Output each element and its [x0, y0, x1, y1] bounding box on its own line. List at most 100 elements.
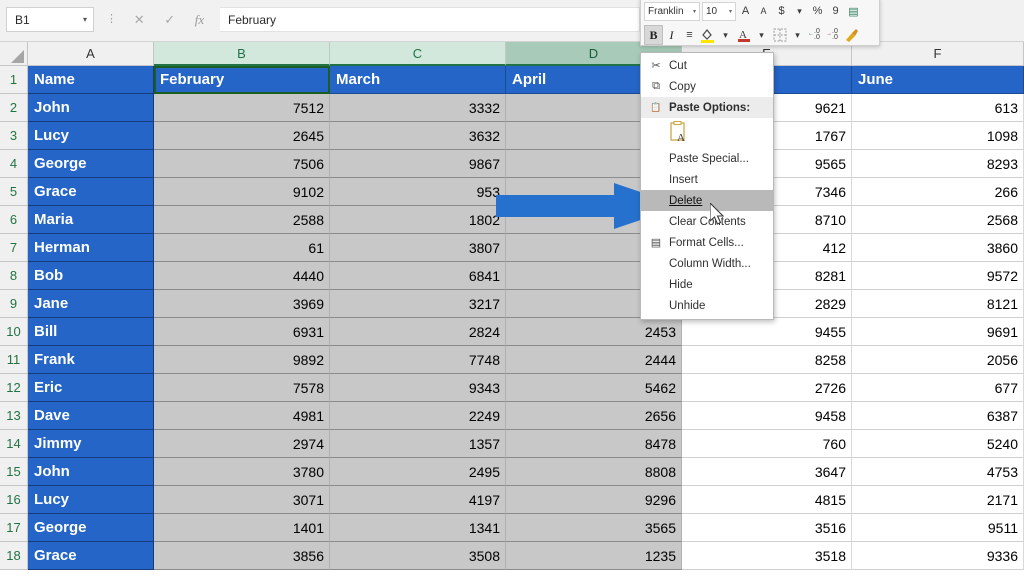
cell-march[interactable]: 2249	[330, 402, 506, 430]
cell-march[interactable]: 3332	[330, 94, 506, 122]
cell-name[interactable]: Frank	[28, 346, 154, 374]
cell-name[interactable]: Lucy	[28, 486, 154, 514]
cell-march[interactable]: 953	[330, 178, 506, 206]
cell-name[interactable]: John	[28, 458, 154, 486]
currency-icon[interactable]: $	[773, 1, 790, 21]
cell-name[interactable]: Bill	[28, 318, 154, 346]
cell-march[interactable]: 2495	[330, 458, 506, 486]
cell-june[interactable]: 2056	[852, 346, 1024, 374]
cell-february[interactable]: 3780	[154, 458, 330, 486]
cell-february[interactable]: 7512	[154, 94, 330, 122]
cell-february[interactable]: 2588	[154, 206, 330, 234]
cell-february[interactable]: 4440	[154, 262, 330, 290]
cell-march[interactable]: 3508	[330, 542, 506, 570]
cell-march[interactable]: 1341	[330, 514, 506, 542]
column-header-b[interactable]: B	[154, 42, 330, 66]
cell-may[interactable]: 4815	[682, 486, 852, 514]
context-menu-item-copy[interactable]: ⧉ Copy	[641, 76, 773, 97]
cell-february[interactable]: 7506	[154, 150, 330, 178]
row-header[interactable]: 17	[0, 514, 28, 542]
cell-f1[interactable]: June	[852, 66, 1024, 94]
row-header[interactable]: 4	[0, 150, 28, 178]
cell-march[interactable]: 1357	[330, 430, 506, 458]
cell-name[interactable]: George	[28, 514, 154, 542]
row-header[interactable]: 5	[0, 178, 28, 206]
cell-june[interactable]: 1098	[852, 122, 1024, 150]
bold-button[interactable]: B	[644, 25, 663, 45]
decrease-decimal-icon[interactable]: → .0 .0	[825, 25, 842, 45]
font-size-selector[interactable]: 10 ▾	[702, 2, 736, 21]
context-menu-item-insert[interactable]: Insert	[641, 169, 773, 190]
cell-march[interactable]: 9343	[330, 374, 506, 402]
formula-input[interactable]: February	[220, 7, 640, 32]
row-header[interactable]: 2	[0, 94, 28, 122]
cell-june[interactable]: 677	[852, 374, 1024, 402]
cell-april[interactable]: 2656	[506, 402, 682, 430]
cell-february[interactable]: 7578	[154, 374, 330, 402]
cell-march[interactable]: 3807	[330, 234, 506, 262]
cell-may[interactable]: 9455	[682, 318, 852, 346]
cell-name[interactable]: Grace	[28, 178, 154, 206]
cell-march[interactable]: 4197	[330, 486, 506, 514]
comma-style-icon[interactable]: 9	[827, 1, 844, 21]
cell-c1[interactable]: March	[330, 66, 506, 94]
cell-name[interactable]: Jane	[28, 290, 154, 318]
cell-name[interactable]: John	[28, 94, 154, 122]
row-header[interactable]: 11	[0, 346, 28, 374]
name-box[interactable]: B1 ▾	[6, 7, 94, 32]
cell-february[interactable]: 3856	[154, 542, 330, 570]
paste-values-option[interactable]: A	[641, 118, 773, 148]
row-header[interactable]: 3	[0, 122, 28, 150]
cell-name[interactable]: Eric	[28, 374, 154, 402]
context-menu-item-format-cells[interactable]: ▤ Format Cells...	[641, 232, 773, 253]
cell-may[interactable]: 9458	[682, 402, 852, 430]
insert-function-icon[interactable]: fx	[195, 13, 204, 26]
cell-april[interactable]: 8808	[506, 458, 682, 486]
cancel-icon[interactable]: ✕	[134, 13, 145, 26]
chevron-down-icon[interactable]: ▾	[789, 25, 806, 45]
cell-name[interactable]: George	[28, 150, 154, 178]
chevron-down-icon[interactable]: ▾	[791, 1, 808, 21]
context-menu-item-column-width[interactable]: Column Width...	[641, 253, 773, 274]
font-name-selector[interactable]: Franklin ▾	[644, 2, 700, 21]
cell-june[interactable]: 8293	[852, 150, 1024, 178]
row-header[interactable]: 8	[0, 262, 28, 290]
cell-may[interactable]: 3647	[682, 458, 852, 486]
percent-icon[interactable]: %	[809, 1, 826, 21]
increase-decimal-icon[interactable]: ← .0 .0	[807, 25, 824, 45]
confirm-icon[interactable]: ✓	[164, 13, 175, 26]
cell-june[interactable]: 4753	[852, 458, 1024, 486]
row-header[interactable]: 16	[0, 486, 28, 514]
cell-march[interactable]: 3217	[330, 290, 506, 318]
cell-february[interactable]: 1401	[154, 514, 330, 542]
cell-name[interactable]: Lucy	[28, 122, 154, 150]
cell-march[interactable]: 2824	[330, 318, 506, 346]
context-menu-item-clear-contents[interactable]: Clear Contents	[641, 211, 773, 232]
row-header[interactable]: 6	[0, 206, 28, 234]
cell-june[interactable]: 2568	[852, 206, 1024, 234]
cell-june[interactable]: 266	[852, 178, 1024, 206]
cell-april[interactable]: 9296	[506, 486, 682, 514]
select-all-corner[interactable]	[0, 42, 28, 66]
number-format-icon[interactable]: ▤	[845, 1, 862, 21]
cell-february[interactable]: 2645	[154, 122, 330, 150]
cell-february[interactable]: 9102	[154, 178, 330, 206]
cell-name[interactable]: Maria	[28, 206, 154, 234]
cell-february[interactable]: 61	[154, 234, 330, 262]
fill-color-icon[interactable]	[699, 25, 716, 45]
shrink-font-icon[interactable]: A	[755, 1, 772, 21]
italic-button[interactable]: I	[663, 25, 680, 45]
cell-june[interactable]: 9336	[852, 542, 1024, 570]
cell-february[interactable]: 6931	[154, 318, 330, 346]
cell-name[interactable]: Jimmy	[28, 430, 154, 458]
row-header[interactable]: 9	[0, 290, 28, 318]
cell-february[interactable]: 3969	[154, 290, 330, 318]
cell-may[interactable]: 760	[682, 430, 852, 458]
cell-march[interactable]: 1802	[330, 206, 506, 234]
row-header[interactable]: 7	[0, 234, 28, 262]
format-painter-icon[interactable]	[843, 25, 860, 45]
chevron-down-icon[interactable]: ▾	[753, 25, 770, 45]
cell-name[interactable]: Bob	[28, 262, 154, 290]
cell-february[interactable]: 2974	[154, 430, 330, 458]
column-header-c[interactable]: C	[330, 42, 506, 66]
